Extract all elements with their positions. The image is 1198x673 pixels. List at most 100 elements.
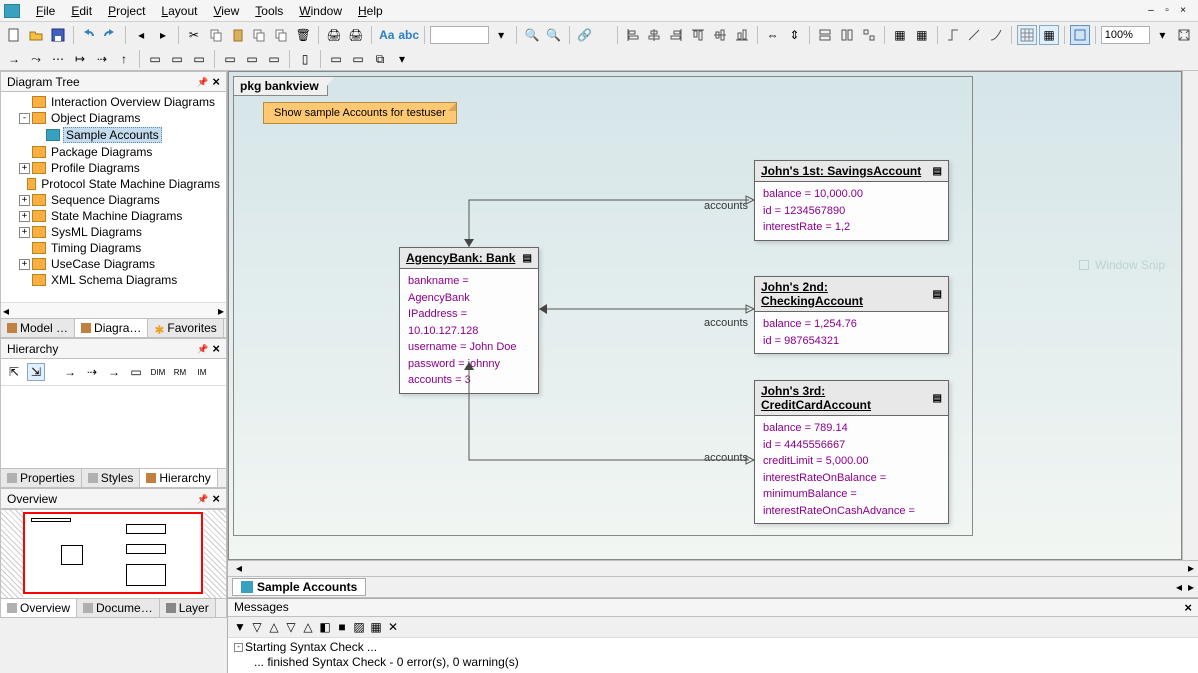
tree-item[interactable]: XML Schema Diagrams <box>1 272 226 288</box>
align-left-icon[interactable] <box>623 25 643 45</box>
overview-minimap[interactable] <box>0 509 227 599</box>
same-height-icon[interactable] <box>837 25 857 45</box>
tree-item[interactable]: +State Machine Diagrams <box>1 208 226 224</box>
arrow5-icon[interactable]: ⇢ <box>92 49 112 69</box>
shape6-icon[interactable]: ▭ <box>264 49 284 69</box>
minimize-icon[interactable]: – <box>1144 5 1158 17</box>
tab-properties[interactable]: Properties <box>1 469 82 487</box>
shape11-icon[interactable]: ▾ <box>392 49 412 69</box>
dropdown-icon[interactable]: ▾ <box>491 25 511 45</box>
same-width-icon[interactable] <box>815 25 835 45</box>
paste-icon[interactable] <box>228 25 248 45</box>
new-icon[interactable] <box>4 25 24 45</box>
hier-box-icon[interactable]: ▭ <box>127 363 145 381</box>
delete-icon[interactable]: 🗑 <box>293 25 313 45</box>
save-icon[interactable] <box>48 25 68 45</box>
hier-btn1-icon[interactable]: ⇱ <box>5 363 23 381</box>
tab-documentation[interactable]: Docume… <box>77 599 160 617</box>
line-style2-icon[interactable] <box>965 25 985 45</box>
tree-expand-icon[interactable]: + <box>19 163 30 174</box>
tab-layer[interactable]: Layer <box>160 599 216 617</box>
doc-nav-right-icon[interactable]: ▸ <box>1188 580 1194 594</box>
diagram-tree[interactable]: Interaction Overview Diagrams-Object Dia… <box>1 92 226 302</box>
scroll-right-icon[interactable]: ▸ <box>218 304 224 318</box>
uml-object-bank[interactable]: AgencyBank: Bank▤ bankname = AgencyBankI… <box>399 247 539 394</box>
tree-item[interactable]: +Sequence Diagrams <box>1 192 226 208</box>
tree-item[interactable]: +Profile Diagrams <box>1 160 226 176</box>
close-icon[interactable]: × <box>1176 5 1190 17</box>
restore-icon[interactable]: ▫ <box>1160 5 1174 17</box>
shape1-icon[interactable]: ▭ <box>145 49 165 69</box>
shape10-icon[interactable]: ⧉ <box>370 49 390 69</box>
layout-snap-icon[interactable]: ▦ <box>912 25 932 45</box>
copy2-icon[interactable] <box>250 25 270 45</box>
horizontal-scrollbar[interactable]: ◂ ▸ <box>228 560 1198 576</box>
hier-btn2-icon[interactable]: ⇲ <box>27 363 45 381</box>
pin-icon[interactable] <box>197 74 208 89</box>
tree-item[interactable]: Sample Accounts <box>1 126 226 144</box>
shape8-icon[interactable]: ▭ <box>326 49 346 69</box>
tree-expand-icon[interactable]: + <box>19 259 30 270</box>
close-panel-icon[interactable] <box>212 491 220 506</box>
menu-project[interactable]: Project <box>100 2 153 20</box>
tree-item[interactable]: Timing Diagrams <box>1 240 226 256</box>
grid-toggle-icon[interactable] <box>1017 25 1037 45</box>
tree-item[interactable]: -Object Diagrams <box>1 110 226 126</box>
find-b-icon[interactable]: abc <box>399 25 419 45</box>
doc-nav-left-icon[interactable]: ◂ <box>1176 580 1182 594</box>
space-v-icon[interactable]: ⇕ <box>785 25 805 45</box>
close-messages-icon[interactable] <box>1184 600 1192 615</box>
menu-view[interactable]: View <box>205 2 247 20</box>
msg-clear-icon[interactable]: ✕ <box>385 619 401 635</box>
print2-icon[interactable]: 🖨 <box>346 25 366 45</box>
tab-overview[interactable]: Overview <box>1 599 77 617</box>
menu-help[interactable]: Help <box>350 2 391 20</box>
tree-expand-icon[interactable]: + <box>19 227 30 238</box>
msg-expand-icon[interactable]: - <box>234 643 243 652</box>
arrow6-icon[interactable]: ↑ <box>114 49 134 69</box>
msg-filter-icon[interactable]: ▼ <box>232 619 248 635</box>
shape7-icon[interactable]: ▯ <box>295 49 315 69</box>
search2-icon[interactable]: 🔍 <box>544 25 564 45</box>
doc-tab-sample-accounts[interactable]: Sample Accounts <box>232 578 366 596</box>
zoom-dropdown-icon[interactable]: ▾ <box>1152 25 1172 45</box>
tree-expand-icon[interactable]: + <box>19 195 30 206</box>
combo-blank[interactable] <box>430 26 490 44</box>
compartment-icon[interactable]: ▤ <box>523 253 532 264</box>
zoom-level[interactable]: 100% <box>1101 26 1151 44</box>
cut-icon[interactable]: ✂ <box>184 25 204 45</box>
arrow3-icon[interactable]: ⋯ <box>48 49 68 69</box>
shape9-icon[interactable]: ▭ <box>348 49 368 69</box>
search-icon[interactable]: 🔍 <box>522 25 542 45</box>
uml-object-checking[interactable]: John's 2nd: CheckingAccount▤ balance = 1… <box>754 276 949 354</box>
arrow1-icon[interactable]: → <box>4 49 24 69</box>
pin-icon[interactable] <box>197 491 208 506</box>
copy-icon[interactable] <box>206 25 226 45</box>
shape4-icon[interactable]: ▭ <box>220 49 240 69</box>
scroll-left-icon[interactable]: ◂ <box>3 304 9 318</box>
same-size-icon[interactable] <box>859 25 879 45</box>
arrow2-icon[interactable]: ⤳ <box>26 49 46 69</box>
mode-icon[interactable] <box>1070 25 1090 45</box>
msg-sq2-icon[interactable]: ■ <box>334 619 350 635</box>
compartment-icon[interactable]: ▤ <box>933 289 942 300</box>
align-center-h-icon[interactable] <box>644 25 664 45</box>
hier-arrow3-icon[interactable]: → <box>105 363 123 381</box>
tree-item[interactable]: Protocol State Machine Diagrams <box>1 176 226 192</box>
diagram-note[interactable]: Show sample Accounts for testuser <box>263 102 457 124</box>
shape2-icon[interactable]: ▭ <box>167 49 187 69</box>
line-style3-icon[interactable] <box>986 25 1006 45</box>
uml-object-savings[interactable]: John's 1st: SavingsAccount▤ balance = 10… <box>754 160 949 241</box>
shape3-icon[interactable]: ▭ <box>189 49 209 69</box>
hier-dim-icon[interactable]: DIM <box>149 363 167 381</box>
zoom-fit-icon[interactable] <box>1174 25 1194 45</box>
msg-tri2-icon[interactable]: △ <box>266 619 282 635</box>
copy3-icon[interactable] <box>271 25 291 45</box>
diagram-canvas[interactable]: pkg bankview Show sample Accounts for te… <box>228 71 1182 560</box>
align-right-icon[interactable] <box>666 25 686 45</box>
open-icon[interactable] <box>26 25 46 45</box>
scroll-h-right-icon[interactable]: ▸ <box>1188 561 1194 575</box>
menu-edit[interactable]: Edit <box>63 2 100 20</box>
close-panel-icon[interactable] <box>212 74 220 89</box>
prev-icon[interactable]: ◂ <box>131 25 151 45</box>
